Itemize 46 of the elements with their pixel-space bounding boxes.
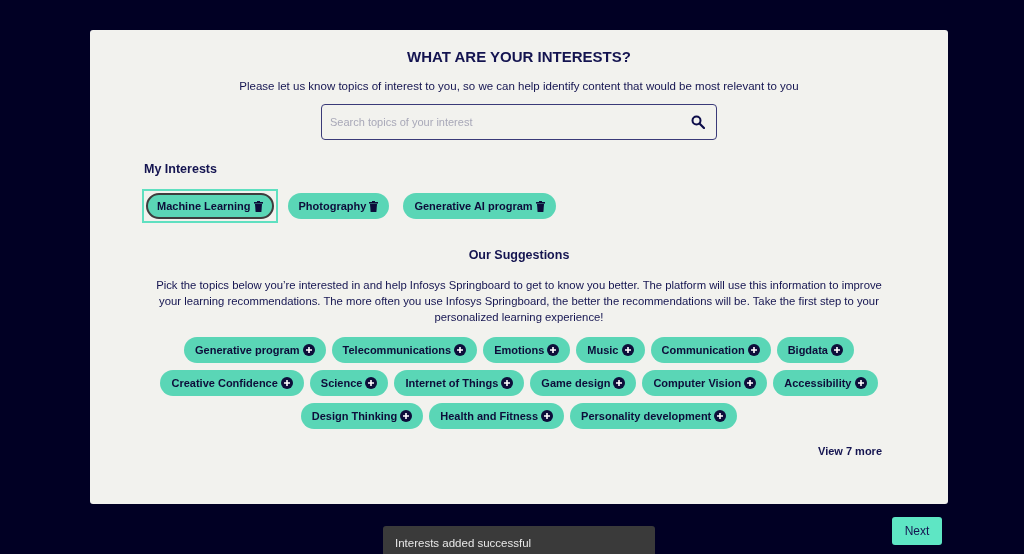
suggestion-chip[interactable]: Health and Fitness [429,403,565,429]
trash-icon [369,200,379,212]
view-more-link[interactable]: View 7 more [818,445,882,457]
plus-icon [830,344,843,356]
plus-icon [501,377,514,389]
plus-icon [454,344,467,356]
plus-icon [280,377,293,389]
plus-icon [621,344,634,356]
suggestion-chip[interactable]: Telecommunications [331,337,478,363]
suggestion-chip[interactable]: Internet of Things [394,370,525,396]
interest-chip[interactable]: Photography [287,193,390,219]
suggestion-chip[interactable]: Science [309,370,389,396]
suggestions-description: Pick the topics below you’re interested in and help Infosys Springboard to get to know you better. The platform will use this information to improve your learning recommendations. The more often you use Infosys Springboard, the better the recommendations will be. Take the first step to your personalized learning experience! [155,278,883,325]
section-heading: Our Suggestions [467,248,571,262]
plus-icon [400,410,413,422]
suggestion-chip[interactable]: Computer Vision [642,370,768,396]
next-button[interactable]: Next [892,517,942,545]
interest-chip[interactable]: Machine Learning [146,193,274,219]
plus-icon [854,377,867,389]
plus-icon [744,377,757,389]
intro-text: Please let us know topics of interest to you, so we can help identify content that would be most relevant to you [238,80,800,92]
search-field[interactable]: Search topics of your interest [321,104,717,140]
suggestion-chip[interactable]: Generative program [184,337,326,363]
suggestion-chip[interactable]: Communication [650,337,771,363]
plus-icon [714,410,727,422]
suggestion-chip[interactable]: Personality development [570,403,738,429]
plus-icon [547,344,560,356]
plus-icon [747,344,760,356]
suggestion-chip[interactable]: Design Thinking [300,403,424,429]
suggestion-chip[interactable]: Music [576,337,645,363]
suggestion-chip[interactable]: Game design [530,370,637,396]
page-title: WHAT ARE YOUR INTERESTS? [406,48,632,65]
section-heading: My Interests [144,162,218,176]
suggestion-chip[interactable]: Creative Confidence [160,370,304,396]
suggestion-chip[interactable]: Emotions [483,337,571,363]
trash-icon [535,200,545,212]
plus-icon [302,344,315,356]
toast-message: Interests added successful [383,526,655,554]
suggestion-chip[interactable]: Accessibility [773,370,878,396]
suggestion-chip[interactable]: Bigdata [776,337,854,363]
trash-icon [253,200,263,212]
interest-chip[interactable]: Generative AI program [403,193,556,219]
plus-icon [613,377,626,389]
plus-icon [541,410,554,422]
plus-icon [365,377,378,389]
search-icon [691,115,705,129]
